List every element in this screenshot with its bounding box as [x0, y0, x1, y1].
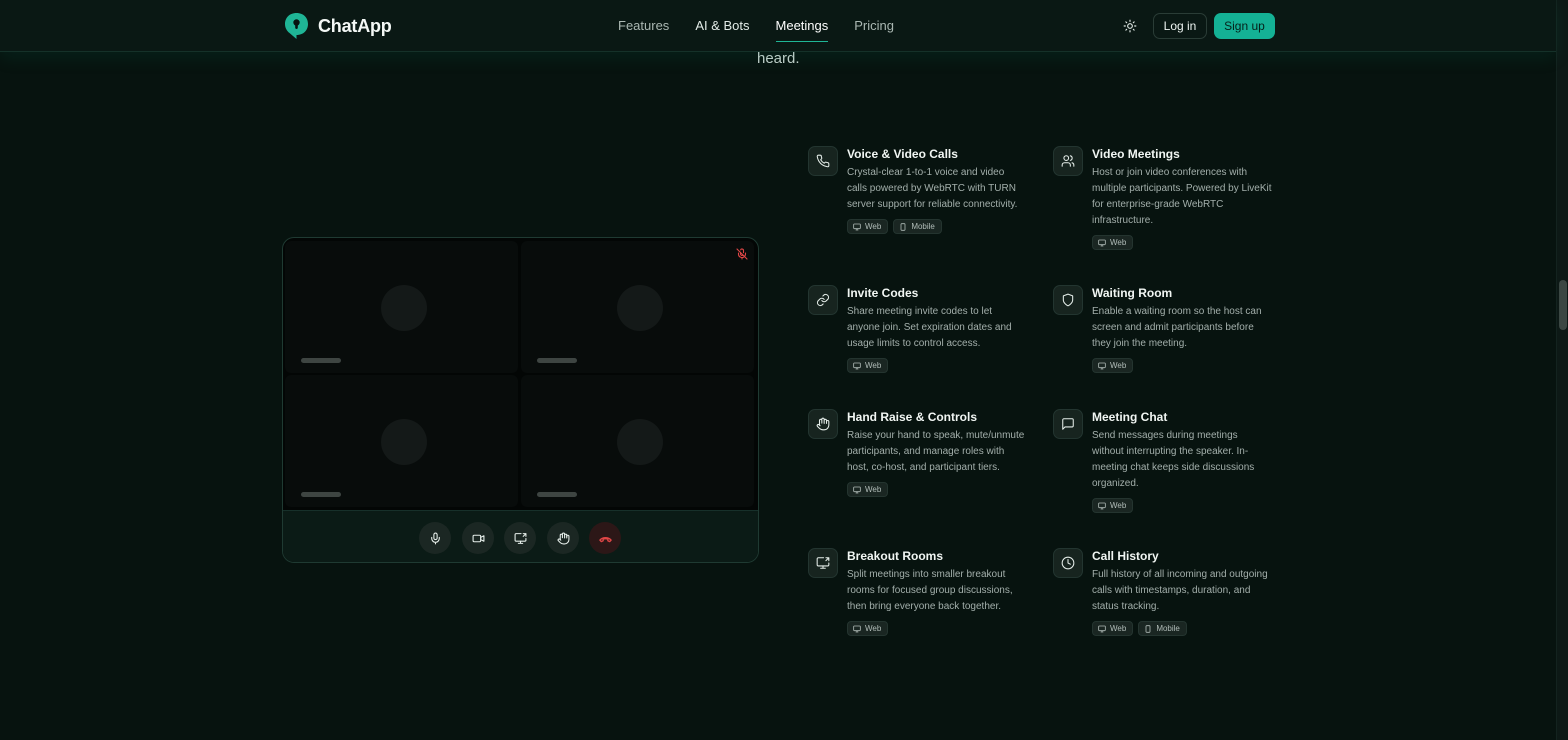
feature-title: Invite Codes [847, 286, 919, 300]
monitor-icon [853, 625, 861, 632]
participant-name-placeholder [301, 492, 341, 497]
monitor-icon [1098, 625, 1106, 632]
participant-avatar [381, 419, 427, 465]
monitor-icon [853, 362, 861, 369]
tag-label: Web [1110, 238, 1127, 247]
participant-avatar [617, 285, 663, 331]
chat-bubble-logo-icon [285, 13, 308, 39]
feature-title: Voice & Video Calls [847, 147, 958, 161]
users-icon [1053, 146, 1083, 176]
participant-name-placeholder [537, 492, 577, 497]
feature-title: Breakout Rooms [847, 549, 944, 563]
platform-tag-web: Web [1092, 621, 1134, 636]
platform-tag-web: Web [847, 219, 889, 234]
hero-subtitle-fragment: heard. [757, 50, 800, 67]
meeting-controls-bar [283, 510, 758, 562]
screen-share-icon [808, 548, 838, 578]
tag-label: Web [865, 361, 882, 370]
platform-tag-mobile: Mobile [1138, 621, 1187, 636]
nav-meetings[interactable]: Meetings [775, 0, 828, 52]
participant-avatar [381, 285, 427, 331]
camera-button[interactable] [462, 522, 494, 554]
mic-off-icon [736, 248, 748, 260]
scrollbar-thumb[interactable] [1559, 280, 1567, 330]
main-nav: Features AI & Bots Meetings Pricing [618, 0, 920, 52]
video-tile [285, 375, 518, 507]
page-scrollbar[interactable] [1556, 0, 1568, 740]
video-camera-icon [472, 534, 484, 542]
signup-button[interactable]: Sign up [1214, 13, 1275, 39]
nav-ai-bots[interactable]: AI & Bots [695, 0, 749, 52]
feature-description: Crystal-clear 1-to-1 voice and video cal… [847, 167, 1018, 210]
phone-hangup-icon [598, 536, 612, 542]
monitor-icon [853, 223, 861, 230]
clock-icon [1053, 548, 1083, 578]
platform-tag-mobile: Mobile [893, 219, 942, 234]
monitor-icon [853, 486, 861, 493]
platform-tag-web: Web [1092, 498, 1134, 513]
login-button[interactable]: Log in [1153, 13, 1207, 39]
site-header: ChatApp Features AI & Bots Meetings Pric… [0, 0, 1556, 52]
screen-share-icon [514, 532, 526, 544]
screen-share-button[interactable] [504, 522, 536, 554]
hand-icon [557, 532, 569, 544]
feature-title: Meeting Chat [1092, 410, 1168, 424]
feature-description: Send messages during meetings without in… [1092, 430, 1255, 489]
video-tile [521, 241, 754, 373]
sun-icon [1123, 19, 1137, 33]
smartphone-icon [1145, 624, 1151, 633]
platform-tag-web: Web [847, 358, 889, 373]
feature-description: Raise your hand to speak, mute/unmute pa… [847, 430, 1025, 473]
feature-description: Split meetings into smaller breakout roo… [847, 569, 1013, 612]
video-tile [521, 375, 754, 507]
theme-toggle-button[interactable] [1120, 16, 1140, 36]
feature-description: Full history of all incoming and outgoin… [1092, 569, 1268, 612]
tag-label: Web [1110, 501, 1127, 510]
participant-name-placeholder [301, 358, 341, 363]
platform-tag-web: Web [847, 621, 889, 636]
participant-name-placeholder [537, 358, 577, 363]
platform-tag-web: Web [1092, 358, 1134, 373]
meeting-preview [282, 237, 759, 563]
monitor-icon [1098, 362, 1106, 369]
tag-label: Web [865, 222, 882, 231]
nav-features[interactable]: Features [618, 0, 669, 52]
monitor-icon [1098, 239, 1106, 246]
monitor-icon [1098, 502, 1106, 509]
platform-tag-web: Web [847, 482, 889, 497]
tag-label: Mobile [911, 222, 935, 231]
smartphone-icon [900, 222, 906, 231]
message-icon [1053, 409, 1083, 439]
tag-label: Web [865, 624, 882, 633]
feature-title: Hand Raise & Controls [847, 410, 978, 424]
participant-avatar [617, 419, 663, 465]
tag-label: Web [1110, 624, 1127, 633]
phone-icon [808, 146, 838, 176]
tag-label: Web [1110, 361, 1127, 370]
feature-description: Share meeting invite codes to let anyone… [847, 306, 1012, 349]
raise-hand-button[interactable] [547, 522, 579, 554]
feature-description: Host or join video conferences with mult… [1092, 167, 1272, 226]
tag-label: Web [865, 485, 882, 494]
brand-name: ChatApp [318, 15, 392, 36]
hand-icon [808, 409, 838, 439]
nav-pricing[interactable]: Pricing [854, 0, 894, 52]
platform-tag-web: Web [1092, 235, 1134, 250]
end-call-button[interactable] [589, 522, 621, 554]
shield-icon [1053, 285, 1083, 315]
link-icon [808, 285, 838, 315]
feature-title: Call History [1092, 549, 1159, 563]
video-tile [285, 241, 518, 373]
feature-title: Waiting Room [1092, 286, 1173, 300]
mic-icon [430, 532, 440, 544]
tag-label: Mobile [1156, 624, 1180, 633]
feature-description: Enable a waiting room so the host can sc… [1092, 306, 1262, 349]
feature-title: Video Meetings [1092, 147, 1180, 161]
mic-button[interactable] [419, 522, 451, 554]
brand-logo[interactable]: ChatApp [284, 12, 392, 40]
